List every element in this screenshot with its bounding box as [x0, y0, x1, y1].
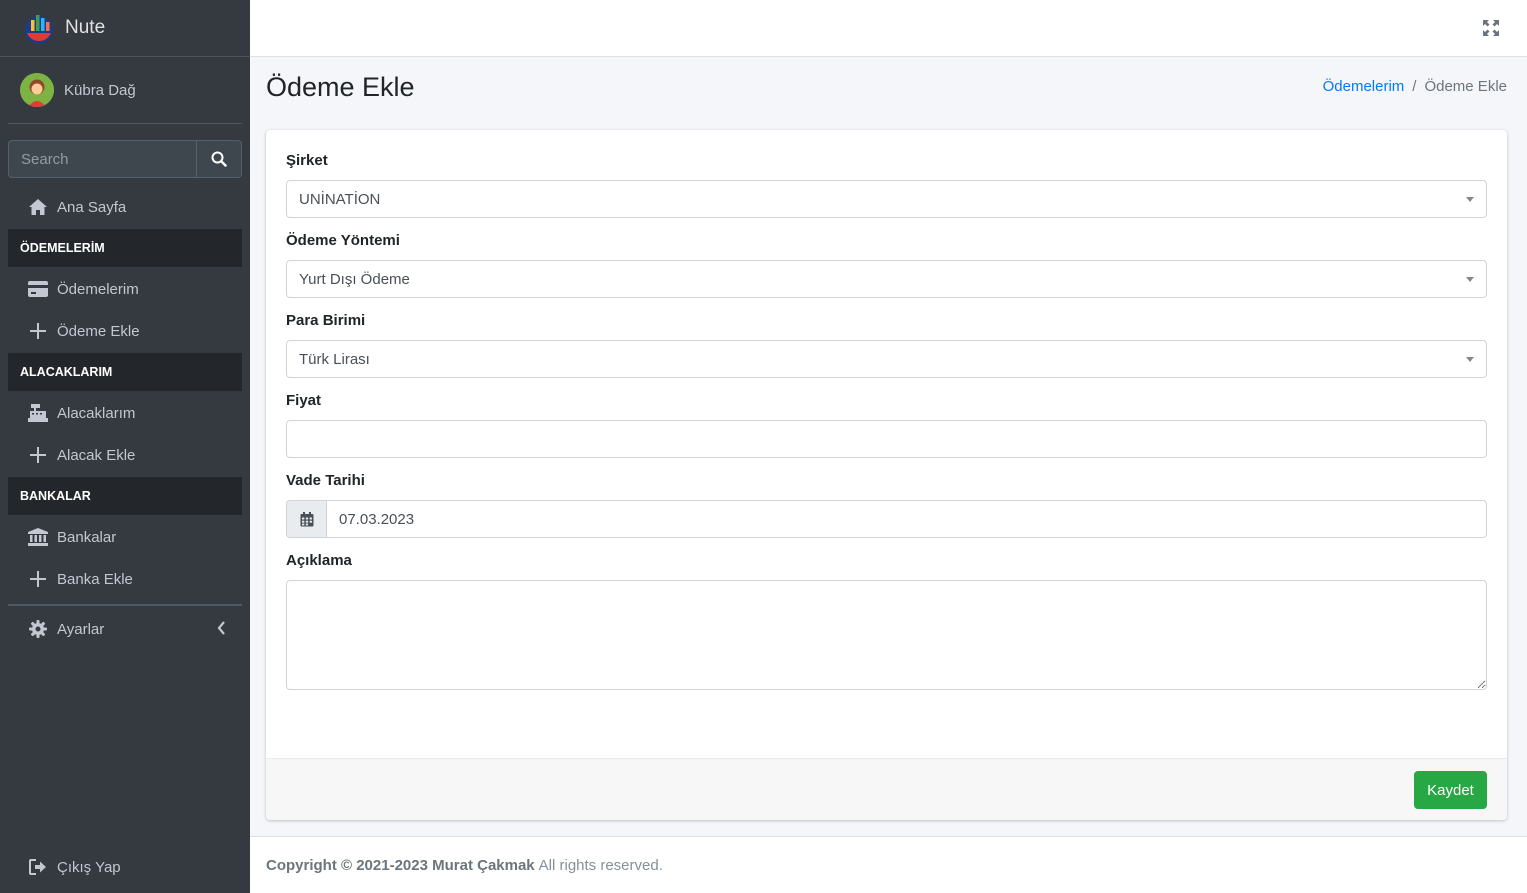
top-navbar [250, 0, 1527, 57]
save-button[interactable]: Kaydet [1414, 771, 1487, 809]
footer-rights: All rights reserved. [538, 856, 663, 874]
currency-select[interactable]: Türk Lirası [286, 340, 1487, 378]
currency-select-value: Türk Lirası [299, 350, 370, 368]
chart-logo-icon [22, 11, 56, 45]
nav-divider [8, 604, 242, 606]
sidebar-item-label: Banka Ekle [57, 570, 133, 588]
price-label: Fiyat [286, 392, 322, 409]
breadcrumb-separator: / [1412, 78, 1417, 95]
sidebar-nav: Ana Sayfa ÖDEMELERİM Ödemelerim Ödeme Ek… [8, 186, 242, 650]
plus-icon [28, 445, 48, 465]
sidebar-search [8, 140, 242, 178]
sidebar-item-label: Ana Sayfa [57, 198, 127, 216]
search-button[interactable] [196, 140, 242, 178]
page-footer: Copyright © 2021-2023 Murat Çakmak All r… [250, 836, 1527, 893]
form-group-description: Açıklama [286, 552, 1487, 694]
form-group-due-date: Vade Tarihi [286, 472, 1487, 538]
breadcrumb-link-odemelerim[interactable]: Ödemelerim [1323, 78, 1405, 95]
caret-down-icon [1466, 277, 1474, 282]
sign-out-icon [28, 857, 48, 877]
form-group-company: Şirket UNİNATİON [286, 152, 1487, 218]
bank-icon [28, 527, 48, 547]
nav-header-odemelerim: ÖDEMELERİM [8, 229, 242, 267]
due-date-label: Vade Tarihi [286, 472, 365, 489]
gear-icon [28, 619, 48, 639]
fullscreen-icon[interactable] [1483, 20, 1499, 36]
caret-down-icon [1466, 197, 1474, 202]
sidebar-item-ana-sayfa[interactable]: Ana Sayfa [8, 186, 242, 228]
sidebar-item-odemelerim[interactable]: Ödemelerim [8, 268, 242, 310]
logout-link[interactable]: Çıkış Yap [28, 857, 121, 877]
payment-method-label: Ödeme Yöntemi [286, 232, 400, 249]
user-name[interactable]: Kübra Dağ [64, 82, 136, 99]
sidebar-item-alacak-ekle[interactable]: Alacak Ekle [8, 434, 242, 476]
plus-icon [28, 321, 48, 341]
payment-method-select[interactable]: Yurt Dışı Ödeme [286, 260, 1487, 298]
sidebar-item-label: Ödemelerim [57, 280, 139, 298]
sidebar-item-odeme-ekle[interactable]: Ödeme Ekle [8, 310, 242, 352]
plus-icon [28, 569, 48, 589]
user-panel[interactable]: Kübra Dağ [8, 57, 242, 124]
footer-copyright: Copyright © 2021-2023 Murat Çakmak [266, 856, 535, 874]
form-group-payment-method: Ödeme Yöntemi Yurt Dışı Ödeme [286, 232, 1487, 298]
form-group-currency: Para Birimi Türk Lirası [286, 312, 1487, 378]
company-label: Şirket [286, 152, 328, 169]
payment-form-card: Şirket UNİNATİON Ödeme Yöntemi Yurt Dışı… [266, 130, 1507, 820]
home-icon [28, 197, 48, 217]
breadcrumb-current: Ödeme Ekle [1424, 78, 1507, 95]
sidebar-item-bankalar[interactable]: Bankalar [8, 516, 242, 558]
sidebar-item-label: Alacaklarım [57, 404, 136, 422]
form-group-price: Fiyat [286, 392, 1487, 458]
payment-method-select-value: Yurt Dışı Ödeme [299, 270, 410, 288]
page-title: Ödeme Ekle [266, 72, 415, 102]
sidebar-item-alacaklarim[interactable]: Alacaklarım [8, 392, 242, 434]
sidebar-item-label: Ödeme Ekle [57, 322, 140, 340]
search-icon [211, 151, 227, 167]
caret-down-icon [1466, 357, 1474, 362]
chevron-left-icon[interactable] [217, 621, 226, 639]
logout-label: Çıkış Yap [57, 858, 121, 876]
company-select-value: UNİNATİON [299, 190, 381, 208]
brand[interactable]: Nute [0, 0, 250, 57]
due-date-input[interactable] [326, 500, 1487, 538]
due-date-input-group [286, 500, 1487, 538]
company-select[interactable]: UNİNATİON [286, 180, 1487, 218]
nav-header-bankalar: BANKALAR [8, 477, 242, 515]
sidebar: Nute Kübra Dağ Ana Sayfa [0, 0, 250, 893]
sidebar-item-banka-ekle[interactable]: Banka Ekle [8, 558, 242, 600]
card-footer: Kaydet [266, 758, 1507, 820]
cash-register-icon [28, 403, 48, 423]
sidebar-item-label: Bankalar [57, 528, 117, 546]
breadcrumb: Ödemelerim / Ödeme Ekle [1323, 78, 1507, 95]
nav-header-alacaklarim: ALACAKLARIM [8, 353, 242, 391]
description-textarea[interactable] [286, 580, 1487, 690]
description-label: Açıklama [286, 552, 352, 569]
woman-avatar-icon [20, 73, 54, 107]
sidebar-item-label: Ayarlar [57, 620, 105, 638]
price-input[interactable] [286, 420, 1487, 458]
sidebar-item-label: Alacak Ekle [57, 446, 136, 464]
sidebar-item-ayarlar[interactable]: Ayarlar [8, 608, 242, 650]
calendar-icon[interactable] [286, 500, 326, 538]
brand-name: Nute [65, 17, 106, 38]
credit-card-icon [28, 279, 48, 299]
search-input[interactable] [8, 140, 196, 178]
currency-label: Para Birimi [286, 312, 366, 329]
